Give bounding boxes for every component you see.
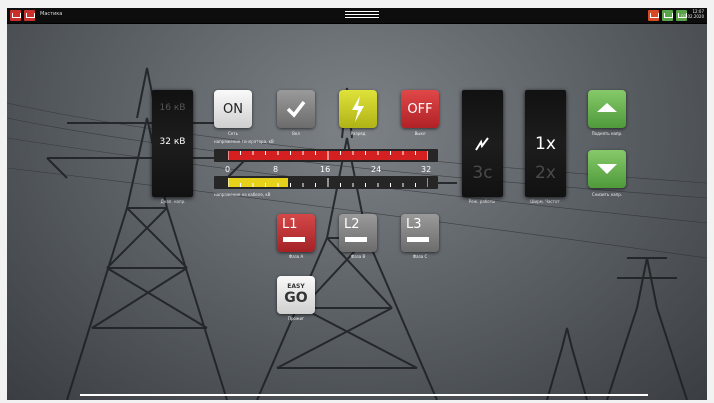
clock-date: 02.02.2020 [681, 14, 704, 19]
phase-b-cable-icon [345, 237, 367, 242]
mode-option-3c[interactable]: 3с [462, 163, 503, 183]
scale-8: 8 [273, 165, 279, 174]
cable-bar-label: напряжение на кабеле, кВ [214, 192, 271, 197]
network-on-text: ON [223, 101, 243, 117]
discharge-label: Разряд [350, 131, 366, 136]
raise-voltage-button[interactable] [588, 90, 626, 128]
off-text: OFF [407, 101, 433, 117]
app-title: Мастика [40, 11, 63, 17]
phase-b-text: L2 [344, 217, 360, 232]
lower-voltage-label: Снизить напр. [591, 192, 623, 197]
scale-16: 16 [320, 165, 331, 174]
phase-c-text: L3 [406, 217, 422, 232]
pulse-icon [475, 137, 489, 151]
bottom-bar [80, 394, 648, 396]
top-bar: Мастика 12:07 02.02.2020 [7, 8, 707, 24]
lower-voltage-button[interactable] [588, 150, 626, 188]
multiplier-option-1x[interactable]: 1x [525, 134, 566, 154]
off-button[interactable]: OFF [401, 90, 439, 128]
voltage-range-selector[interactable]: 16 кВ 32 кВ [152, 90, 193, 197]
easy-go-line1: EASY [287, 283, 305, 290]
mode-selector[interactable]: 3с [462, 90, 503, 197]
phase-c-button[interactable]: L3 [401, 214, 439, 252]
phase-c-label: Фаза C [412, 254, 428, 259]
phase-a-cable-icon [283, 237, 305, 242]
multiplier-label: Ширм. Частот [530, 199, 560, 204]
multiplier-option-2x[interactable]: 2x [525, 163, 566, 183]
checkmark-icon [286, 100, 306, 118]
voltage-selector-label: Днап. напр. [160, 199, 186, 204]
phase-a-text: L1 [282, 217, 298, 232]
easy-go-line2: GO [284, 290, 308, 306]
phase-a-button[interactable]: L1 [277, 214, 315, 252]
cable-voltage-bar [214, 176, 438, 189]
lightning-icon [352, 96, 364, 122]
network-label: Сеть [228, 131, 238, 136]
phase-b-label: Фаза B [350, 254, 366, 259]
lower-arrow-icon [597, 164, 617, 174]
easy-go-button[interactable]: EASY GO [277, 276, 315, 314]
phase-a-label: Фаза A [288, 254, 304, 259]
voltage-option-32[interactable]: 32 кВ [152, 137, 193, 147]
generator-bar-label: напряжение генератора, кВ [214, 139, 274, 144]
menu-handle-icon[interactable] [345, 11, 379, 20]
app-screen: Мастика 12:07 02.02.2020 16 кВ 32 кВ Дна… [7, 8, 707, 400]
generator-voltage-bar [214, 149, 438, 162]
network-on-button[interactable]: ON [214, 90, 252, 128]
scale-24: 24 [371, 165, 382, 174]
mode-label: Реж. работы [468, 199, 496, 204]
scale-0: 0 [225, 165, 231, 174]
grid-icon[interactable] [24, 10, 35, 21]
all-on-label: Вкл [292, 131, 300, 136]
home-icon[interactable] [10, 10, 21, 21]
voltage-option-16[interactable]: 16 кВ [152, 103, 193, 113]
warning-icon[interactable] [648, 10, 659, 21]
clock: 12:07 02.02.2020 [681, 9, 704, 19]
discharge-button[interactable] [339, 90, 377, 128]
scale-32: 32 [421, 165, 432, 174]
raise-arrow-icon [597, 103, 617, 112]
phase-c-cable-icon [407, 237, 429, 242]
phase-b-button[interactable]: L2 [339, 214, 377, 252]
easy-go-label: Прожиг [287, 316, 305, 321]
background-image [7, 67, 707, 400]
status-icon[interactable] [662, 10, 673, 21]
off-label: Выкл [414, 131, 426, 136]
all-on-button[interactable] [277, 90, 315, 128]
multiplier-selector[interactable]: 1x 2x [525, 90, 566, 197]
raise-voltage-label: Поднять напр. [591, 131, 623, 136]
cable-scale-ticks [228, 178, 428, 187]
generator-scale-ticks [228, 151, 428, 160]
